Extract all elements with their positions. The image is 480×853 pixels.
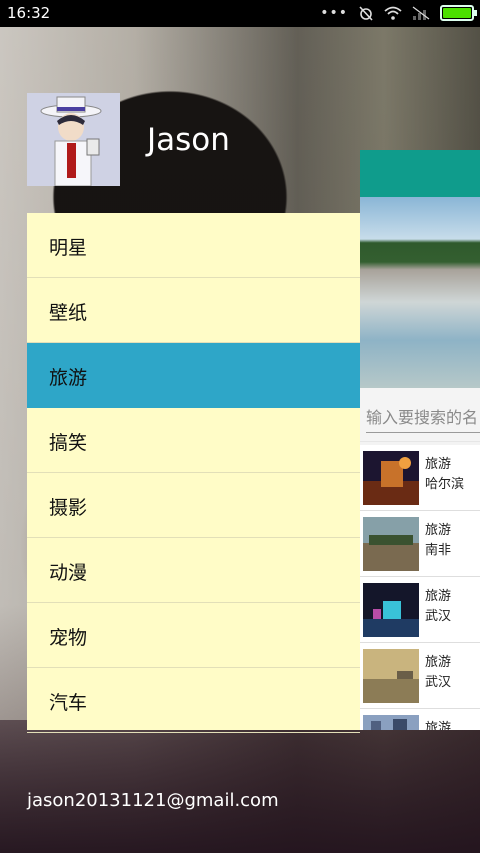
menu-item-label: 动漫: [49, 562, 88, 584]
menu-item-wallpaper[interactable]: 壁纸: [27, 278, 360, 343]
status-icons: •••: [320, 5, 477, 21]
search-box[interactable]: 输入要搜索的名: [360, 388, 480, 442]
list-item[interactable]: 旅游 南非: [360, 511, 480, 577]
thumbnail-image: [363, 517, 419, 571]
item-category: 旅游: [425, 721, 452, 730]
alarm-off-icon: [359, 6, 373, 21]
list-item[interactable]: 旅游 哈尔滨: [360, 445, 480, 511]
thumbnail-image: [363, 583, 419, 637]
user-email: jason20131121@gmail.com: [27, 790, 279, 811]
menu-item-label: 旅游: [49, 367, 88, 389]
thumbnail-image: [363, 451, 419, 505]
item-category: 旅游: [425, 655, 452, 670]
drawer-menu: 明星 壁纸 旅游 搞笑 摄影 动漫 宠物 汽车: [27, 213, 360, 733]
avatar[interactable]: [27, 93, 120, 186]
menu-item-label: 明星: [49, 237, 88, 259]
item-category: 旅游: [425, 589, 452, 604]
menu-item-label: 汽车: [49, 692, 88, 714]
item-city: 武汉: [425, 609, 452, 624]
wifi-icon: [384, 6, 402, 20]
item-category: 旅游: [425, 457, 452, 472]
user-name: Jason: [147, 122, 230, 158]
more-notifications-icon: •••: [320, 5, 348, 21]
menu-item-label: 搞笑: [49, 432, 88, 454]
background-shirt: [0, 720, 480, 853]
menu-item-photography[interactable]: 摄影: [27, 473, 360, 538]
photo-list: 旅游 哈尔滨 旅游 南非 旅游 武汉 旅游 武汉 旅游: [360, 445, 480, 730]
menu-item-anime[interactable]: 动漫: [27, 538, 360, 603]
menu-item-pets[interactable]: 宠物: [27, 603, 360, 668]
battery-icon: [440, 5, 477, 21]
list-item[interactable]: 旅游 武汉: [360, 643, 480, 709]
search-input[interactable]: 输入要搜索的名: [366, 404, 478, 428]
menu-item-funny[interactable]: 搞笑: [27, 408, 360, 473]
thumbnail-image: [363, 649, 419, 703]
list-item[interactable]: 旅游 武汉: [360, 577, 480, 643]
menu-item-label: 摄影: [49, 497, 88, 519]
menu-item-stars[interactable]: 明星: [27, 213, 360, 278]
menu-item-label: 宠物: [49, 627, 88, 649]
item-city: 南非: [425, 543, 452, 558]
avatar-image: [27, 93, 120, 186]
search-underline: [366, 432, 480, 433]
status-bar: 16:32 •••: [0, 0, 480, 27]
thumbnail-image: [363, 715, 419, 730]
menu-item-label: 壁纸: [49, 302, 88, 324]
item-category: 旅游: [425, 523, 452, 538]
menu-item-travel[interactable]: 旅游: [27, 343, 360, 408]
banner-image[interactable]: [360, 197, 480, 388]
status-time: 16:32: [7, 4, 51, 22]
signal-icon: [412, 6, 430, 20]
item-city: 哈尔滨: [425, 477, 465, 492]
content-toolbar[interactable]: [360, 150, 480, 197]
menu-item-cars[interactable]: 汽车: [27, 668, 360, 733]
content-panel[interactable]: 输入要搜索的名 旅游 哈尔滨 旅游 南非 旅游 武汉 旅游 武汉 旅游: [360, 150, 480, 730]
list-item[interactable]: 旅游: [360, 709, 480, 730]
battery-level: [443, 8, 471, 18]
item-city: 武汉: [425, 675, 452, 690]
